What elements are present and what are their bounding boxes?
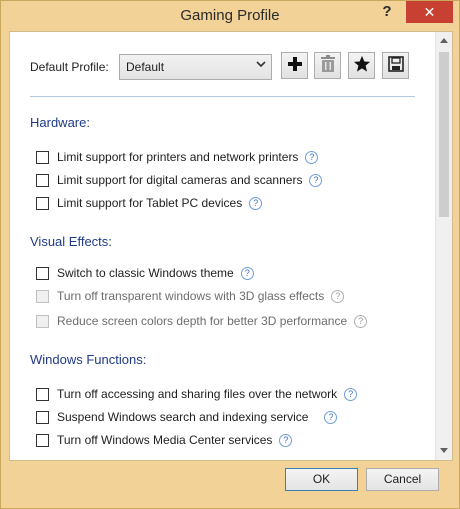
option-file-sharing[interactable]: Turn off accessing and sharing files ove…	[36, 386, 358, 402]
hardware-section-title: Hardware:	[30, 115, 90, 130]
help-icon[interactable]: ?	[344, 387, 358, 401]
help-icon[interactable]: ?	[309, 173, 323, 187]
profile-select-value: Default	[126, 60, 165, 74]
option-media-center[interactable]: Turn off Windows Media Center services ?	[36, 432, 293, 448]
help-icon[interactable]: ?	[279, 433, 293, 447]
close-button[interactable]: ✕	[406, 1, 453, 23]
option-transparent-windows: Turn off transparent windows with 3D gla…	[36, 288, 345, 304]
option-label: Turn off Windows Media Center services	[57, 433, 273, 447]
option-label: Limit support for printers and network p…	[57, 150, 299, 164]
option-reduce-colors: Reduce screen colors depth for better 3D…	[36, 313, 368, 329]
checkbox[interactable]	[36, 173, 49, 187]
default-profile-label: Default Profile:	[30, 60, 109, 74]
save-profile-button[interactable]	[382, 52, 409, 79]
option-label: Switch to classic Windows theme	[57, 266, 234, 280]
delete-profile-button[interactable]	[314, 52, 341, 79]
scroll-down-arrow-icon[interactable]	[436, 443, 452, 460]
save-icon	[387, 56, 404, 75]
help-button[interactable]: ?	[373, 1, 401, 23]
option-label: Suspend Windows search and indexing serv…	[57, 410, 309, 424]
add-profile-button[interactable]	[281, 52, 308, 79]
option-label: Turn off accessing and sharing files ove…	[57, 387, 338, 401]
option-limit-printers[interactable]: Limit support for printers and network p…	[36, 149, 319, 165]
checkbox[interactable]	[36, 433, 49, 447]
option-classic-theme[interactable]: Switch to classic Windows theme ?	[36, 265, 254, 281]
help-icon[interactable]: ?	[240, 266, 254, 280]
profile-select[interactable]: Default	[119, 54, 272, 80]
scroll-up-arrow-icon[interactable]	[436, 32, 452, 49]
windows-functions-section-title: Windows Functions:	[30, 352, 147, 367]
help-icon[interactable]: ?	[305, 150, 319, 164]
option-search-indexing[interactable]: Suspend Windows search and indexing serv…	[36, 409, 338, 425]
help-icon[interactable]: ?	[354, 314, 368, 328]
option-limit-cameras[interactable]: Limit support for digital cameras and sc…	[36, 172, 323, 188]
checkbox	[36, 289, 49, 303]
divider	[30, 96, 415, 97]
help-icon[interactable]: ?	[331, 289, 345, 303]
checkbox[interactable]	[36, 410, 49, 424]
checkbox[interactable]	[36, 387, 49, 401]
option-label: Limit support for digital cameras and sc…	[57, 173, 303, 187]
help-icon[interactable]: ?	[249, 196, 263, 210]
star-icon	[353, 55, 371, 76]
visual-effects-section-title: Visual Effects:	[30, 234, 112, 249]
trash-icon	[320, 55, 336, 76]
scroll-thumb[interactable]	[439, 52, 449, 217]
chevron-down-icon	[256, 59, 266, 72]
help-icon[interactable]: ?	[324, 410, 338, 424]
vertical-scrollbar[interactable]	[435, 32, 452, 460]
option-label: Reduce screen colors depth for better 3D…	[57, 314, 348, 328]
plus-icon	[287, 56, 303, 75]
option-label: Limit support for Tablet PC devices	[57, 196, 243, 210]
gaming-profile-window: Gaming Profile ? ✕ Default Profile: Defa…	[0, 0, 460, 509]
checkbox[interactable]	[36, 266, 49, 280]
checkbox	[36, 314, 49, 328]
favorite-profile-button[interactable]	[348, 52, 375, 79]
checkbox[interactable]	[36, 150, 49, 164]
option-limit-tablet[interactable]: Limit support for Tablet PC devices ?	[36, 195, 263, 211]
checkbox[interactable]	[36, 196, 49, 210]
cancel-button[interactable]: Cancel	[366, 468, 439, 491]
dialog-content: Default Profile: Default Hardware: Limit…	[9, 31, 453, 461]
title-bar[interactable]: Gaming Profile ? ✕	[1, 1, 459, 31]
option-label: Turn off transparent windows with 3D gla…	[57, 289, 325, 303]
ok-button[interactable]: OK	[285, 468, 358, 491]
